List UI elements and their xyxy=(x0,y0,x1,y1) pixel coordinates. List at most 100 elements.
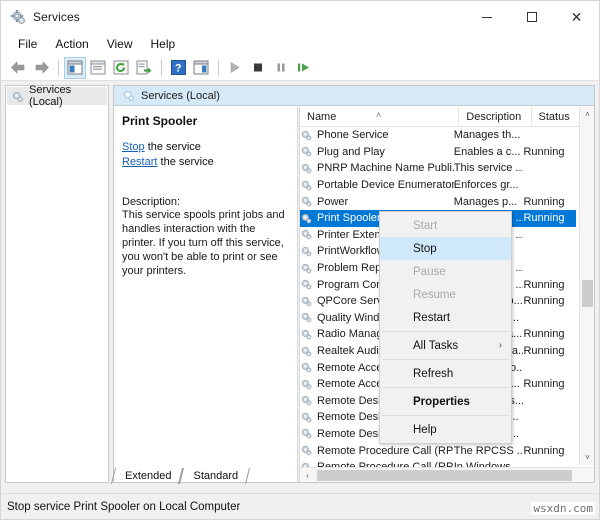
service-gear-icon xyxy=(300,129,313,142)
forward-arrow-icon[interactable] xyxy=(30,57,52,79)
tab-standard[interactable]: Standard xyxy=(181,468,248,484)
export-list-icon[interactable] xyxy=(133,57,155,79)
window-title: Services xyxy=(33,10,80,24)
column-header-name-label: Name xyxy=(307,111,336,123)
service-gear-icon xyxy=(300,394,313,407)
context-menu-separator xyxy=(382,387,509,388)
description-text: This service spools print jobs and handl… xyxy=(122,208,287,278)
refresh-icon[interactable] xyxy=(110,57,132,79)
context-menu-item-stop[interactable]: Stop xyxy=(380,237,511,260)
menu-help[interactable]: Help xyxy=(142,35,185,53)
vertical-scroll-thumb[interactable] xyxy=(582,280,593,307)
service-name-label: Portable Device Enumerator... xyxy=(317,179,454,191)
restart-service-link[interactable]: Restart xyxy=(122,156,157,168)
toolbar: ? xyxy=(1,55,599,81)
service-name-label: Remote Procedure Call (RPC) xyxy=(317,445,454,457)
pane-body: Print Spooler Stop the service Restart t… xyxy=(114,107,594,482)
back-arrow-icon[interactable] xyxy=(7,57,29,79)
stop-service-icon[interactable] xyxy=(247,57,269,79)
close-button[interactable]: ✕ xyxy=(554,1,599,33)
context-menu-item-label: Start xyxy=(413,220,437,232)
cell-status: Running xyxy=(523,279,576,291)
tree-item-services-local[interactable]: Services (Local) xyxy=(7,87,107,105)
scroll-up-button[interactable]: ˄ xyxy=(580,107,594,122)
status-bar-text: Stop service Print Spooler on Local Comp… xyxy=(7,501,240,513)
context-menu-item-label: All Tasks xyxy=(413,340,458,352)
service-gear-icon xyxy=(300,228,313,241)
stop-service-suffix: the service xyxy=(145,141,201,153)
pause-service-icon[interactable] xyxy=(270,57,292,79)
svg-text:?: ? xyxy=(174,62,181,74)
menu-view[interactable]: View xyxy=(98,35,142,53)
service-name-label: Phone Service xyxy=(317,129,389,141)
help-icon[interactable]: ? xyxy=(167,57,189,79)
pane-header: Services (Local) xyxy=(114,86,594,106)
services-window: Services ✕ File Action View Help xyxy=(0,0,600,520)
column-header-name[interactable]: Name ˄ xyxy=(300,107,459,126)
context-menu-item-help[interactable]: Help xyxy=(380,418,511,441)
context-menu-item-restart[interactable]: Restart xyxy=(380,306,511,329)
menu-action[interactable]: Action xyxy=(46,35,97,53)
context-menu-item-label: Restart xyxy=(413,312,450,324)
stop-service-link[interactable]: Stop xyxy=(122,141,145,153)
cell-name: Portable Device Enumerator... xyxy=(300,179,454,192)
service-name-label: Power xyxy=(317,196,348,208)
table-row[interactable]: Plug and PlayEnables a c...Running xyxy=(300,144,576,161)
description-label: Description: xyxy=(122,196,287,208)
maximize-button[interactable] xyxy=(509,1,554,33)
show-action-pane-icon[interactable] xyxy=(190,57,212,79)
service-gear-icon xyxy=(300,195,313,208)
service-name-label: PrintWorkflow xyxy=(317,245,385,257)
tab-extended[interactable]: Extended xyxy=(113,468,181,484)
menu-file[interactable]: File xyxy=(9,35,46,53)
stop-service-line: Stop the service xyxy=(122,140,287,155)
column-header-description[interactable]: Description xyxy=(459,107,531,126)
sort-ascending-icon: ˄ xyxy=(376,110,381,120)
service-gear-icon xyxy=(300,378,313,391)
table-row[interactable]: Portable Device Enumerator...Enforces gr… xyxy=(300,177,576,194)
table-row[interactable]: PowerManages p...Running xyxy=(300,193,576,210)
scroll-down-button[interactable]: ˅ xyxy=(580,450,594,465)
column-header-status-label: Status xyxy=(539,111,570,123)
service-gear-icon xyxy=(300,328,313,341)
view-tabs: Extended Standard xyxy=(113,466,595,484)
cell-name: PNRP Machine Name Publi... xyxy=(300,162,454,175)
table-row[interactable]: Phone ServiceManages th... xyxy=(300,127,576,144)
service-gear-icon xyxy=(300,295,313,308)
minimize-button[interactable] xyxy=(464,1,509,33)
status-bar: Stop service Print Spooler on Local Comp… xyxy=(1,493,599,519)
properties-icon[interactable] xyxy=(87,57,109,79)
service-gear-icon xyxy=(300,262,313,275)
service-gear-icon xyxy=(300,245,313,258)
context-menu-item-properties[interactable]: Properties xyxy=(380,390,511,413)
context-menu-item-label: Pause xyxy=(413,266,446,278)
service-gear-icon xyxy=(300,162,313,175)
cell-description: Enables a c... xyxy=(454,146,524,158)
window-controls: ✕ xyxy=(464,1,599,33)
column-header-status[interactable]: Status xyxy=(532,107,586,126)
show-hide-console-tree-icon[interactable] xyxy=(64,57,86,79)
restart-service-icon[interactable] xyxy=(293,57,315,79)
tab-label: Extended xyxy=(125,470,171,482)
start-service-icon[interactable] xyxy=(224,57,246,79)
service-name-label: Plug and Play xyxy=(317,146,385,158)
service-gear-icon xyxy=(300,361,313,374)
context-menu-item-label: Resume xyxy=(413,289,456,301)
toolbar-separator xyxy=(58,60,59,76)
cell-name: Plug and Play xyxy=(300,145,454,158)
vertical-scrollbar[interactable]: ˄ ˅ xyxy=(579,107,594,465)
service-gear-icon xyxy=(300,145,313,158)
context-menu-item-label: Stop xyxy=(413,243,437,255)
context-menu-item-refresh[interactable]: Refresh xyxy=(380,362,511,385)
context-menu-item-all-tasks[interactable]: All Tasks› xyxy=(380,334,511,357)
table-row[interactable]: PNRP Machine Name Publi...This service .… xyxy=(300,160,576,177)
pane-header-label: Services (Local) xyxy=(141,90,220,102)
cell-status: Running xyxy=(523,295,576,307)
table-row[interactable]: Remote Procedure Call (RPC)The RPCSS ...… xyxy=(300,442,576,459)
cell-status: Running xyxy=(523,196,576,208)
service-gear-icon xyxy=(300,179,313,192)
cell-status: Running xyxy=(523,378,576,390)
tab-strip: Extended Standard xyxy=(113,466,248,484)
cell-description: This service ... xyxy=(454,162,524,174)
list-header: Name ˄ Description Status xyxy=(300,107,594,127)
